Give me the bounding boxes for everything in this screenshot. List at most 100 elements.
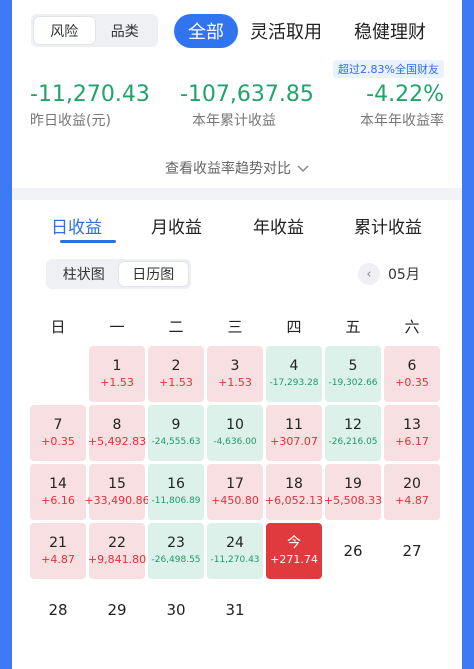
weekday-label: 二 — [168, 318, 184, 336]
day-income-value: -4,636.00 — [213, 437, 257, 447]
calendar-day[interactable]: 5 -19,302.66 — [325, 346, 381, 402]
day-number: 29 — [107, 601, 127, 619]
day-number: 2 — [171, 358, 181, 374]
calendar-day[interactable]: 4 -17,293.28 — [266, 346, 322, 402]
day-number: 30 — [166, 601, 186, 619]
day-income-value: -11,806.89 — [151, 496, 201, 506]
day-number: 17 — [226, 476, 244, 492]
day-income-value: +33,490.86 — [84, 494, 150, 507]
income-card: 风险 品类 全部 灵活取用 稳健理财 超过2.83%全国财友 -11,270.4… — [12, 0, 462, 669]
calendar-day[interactable]: 8 +5,492.83 — [88, 405, 146, 461]
risk-category-toggle: 风险 品类 — [31, 14, 158, 47]
day-income-value: -11,270.43 — [210, 555, 260, 565]
day-income-value: +1.53 — [100, 376, 134, 389]
tab-yearly-income[interactable]: 年收益 — [253, 213, 304, 238]
day-number: 11 — [285, 417, 303, 433]
day-income-value: +271.74 — [270, 553, 318, 566]
day-number: 31 — [225, 601, 245, 619]
day-number: 3 — [230, 358, 240, 374]
calendar-day[interactable]: 28 — [30, 582, 86, 638]
day-income-value: -17,293.28 — [269, 378, 319, 388]
day-income-value: -24,555.63 — [151, 437, 201, 447]
day-number: 6 — [407, 358, 417, 374]
tab-steady[interactable]: 稳健理财 — [354, 18, 426, 44]
day-income-value: +1.53 — [159, 376, 193, 389]
day-income-value: +0.35 — [395, 376, 429, 389]
year-total-income-value: -107,637.85 — [180, 82, 314, 107]
calendar-day[interactable]: 17 +450.80 — [207, 464, 263, 520]
month-label: 05月 — [388, 267, 420, 283]
tab-all[interactable]: 全部 — [174, 14, 238, 48]
trend-compare-label: 查看收益率趋势对比 — [165, 161, 291, 177]
weekday-label: 一 — [109, 318, 125, 336]
calendar-day-today[interactable]: 今 +271.74 — [266, 523, 322, 579]
calendar-day[interactable]: 16 -11,806.89 — [148, 464, 204, 520]
day-number: 1 — [112, 358, 122, 374]
view-bar-chart[interactable]: 柱状图 — [49, 262, 119, 286]
weekday-label: 三 — [227, 318, 243, 336]
calendar-day[interactable]: 22 +9,841.80 — [87, 523, 147, 579]
day-number: 28 — [48, 601, 68, 619]
yesterday-income-value: -11,270.43 — [30, 82, 150, 107]
day-number: 13 — [403, 417, 421, 433]
calendar-day[interactable]: 1 +1.53 — [89, 346, 145, 402]
calendar-day[interactable]: 10 -4,636.00 — [207, 405, 263, 461]
calendar-day[interactable]: 14 +6.16 — [30, 464, 86, 520]
calendar-day[interactable]: 18 +6,052.13 — [265, 464, 323, 520]
calendar-day[interactable]: 26 — [325, 523, 381, 579]
tab-flexible[interactable]: 灵活取用 — [250, 18, 322, 44]
calendar-day[interactable]: 20 +4.87 — [384, 464, 440, 520]
calendar-day[interactable]: 23 -26,498.55 — [148, 523, 204, 579]
calendar-day[interactable]: 19 +5,508.33 — [323, 464, 383, 520]
calendar-day[interactable]: 31 — [207, 582, 263, 638]
trend-compare-link[interactable]: 查看收益率趋势对比 — [12, 158, 462, 178]
calendar-day[interactable]: 7 +0.35 — [30, 405, 86, 461]
calendar-day[interactable]: 2 +1.53 — [148, 346, 204, 402]
day-income-value: +9,841.80 — [87, 553, 147, 566]
view-calendar[interactable]: 日历图 — [118, 262, 188, 286]
segment-category[interactable]: 品类 — [95, 17, 156, 44]
section-divider — [12, 188, 462, 200]
calendar-day[interactable]: 15 +33,490.86 — [84, 464, 150, 520]
day-income-value: -26,498.55 — [151, 555, 201, 565]
tab-monthly-income[interactable]: 月收益 — [151, 213, 202, 238]
day-number: 22 — [108, 535, 126, 551]
day-number: 12 — [344, 417, 362, 433]
calendar-day[interactable]: 13 +6.17 — [384, 405, 440, 461]
day-income-value: +450.80 — [211, 494, 259, 507]
calendar-day[interactable]: 30 — [148, 582, 204, 638]
day-income-value: +6.16 — [41, 494, 75, 507]
day-number: 9 — [171, 417, 181, 433]
day-number: 7 — [53, 417, 63, 433]
weekday-label: 四 — [286, 318, 302, 336]
prev-month-button[interactable]: ‹ — [358, 263, 380, 285]
calendar-day[interactable]: 9 -24,555.63 — [148, 405, 204, 461]
calendar-day[interactable]: 27 — [384, 523, 440, 579]
calendar-day[interactable]: 11 +307.07 — [266, 405, 322, 461]
calendar-day[interactable]: 12 -26,216.05 — [325, 405, 381, 461]
calendar-day[interactable]: 21 +4.87 — [30, 523, 86, 579]
calendar-day[interactable]: 6 +0.35 — [384, 346, 440, 402]
day-number: 今 — [287, 535, 301, 551]
active-tab-indicator — [60, 240, 116, 243]
tab-daily-income[interactable]: 日收益 — [51, 213, 102, 238]
calendar-day[interactable]: 29 — [89, 582, 145, 638]
year-return-rate-label: 本年年收益率 — [360, 113, 444, 129]
day-income-value: +0.35 — [41, 435, 75, 448]
segment-risk[interactable]: 风险 — [34, 17, 95, 44]
day-number: 8 — [112, 417, 122, 433]
day-number: 15 — [108, 476, 126, 492]
weekday-label: 六 — [404, 318, 420, 336]
day-number: 24 — [226, 535, 244, 551]
calendar-day[interactable]: 24 -11,270.43 — [207, 523, 263, 579]
day-number: 26 — [343, 542, 363, 560]
day-income-value: +5,508.33 — [323, 494, 383, 507]
calendar-day[interactable]: 3 +1.53 — [207, 346, 263, 402]
day-income-value: +4.87 — [41, 553, 75, 566]
tab-cumulative-income[interactable]: 累计收益 — [354, 213, 422, 238]
year-return-rate-value: -4.22% — [366, 82, 444, 107]
weekday-label: 五 — [345, 318, 361, 336]
day-number: 16 — [167, 476, 185, 492]
day-number: 4 — [289, 358, 299, 374]
chart-view-toggle: 柱状图 日历图 — [46, 259, 191, 289]
